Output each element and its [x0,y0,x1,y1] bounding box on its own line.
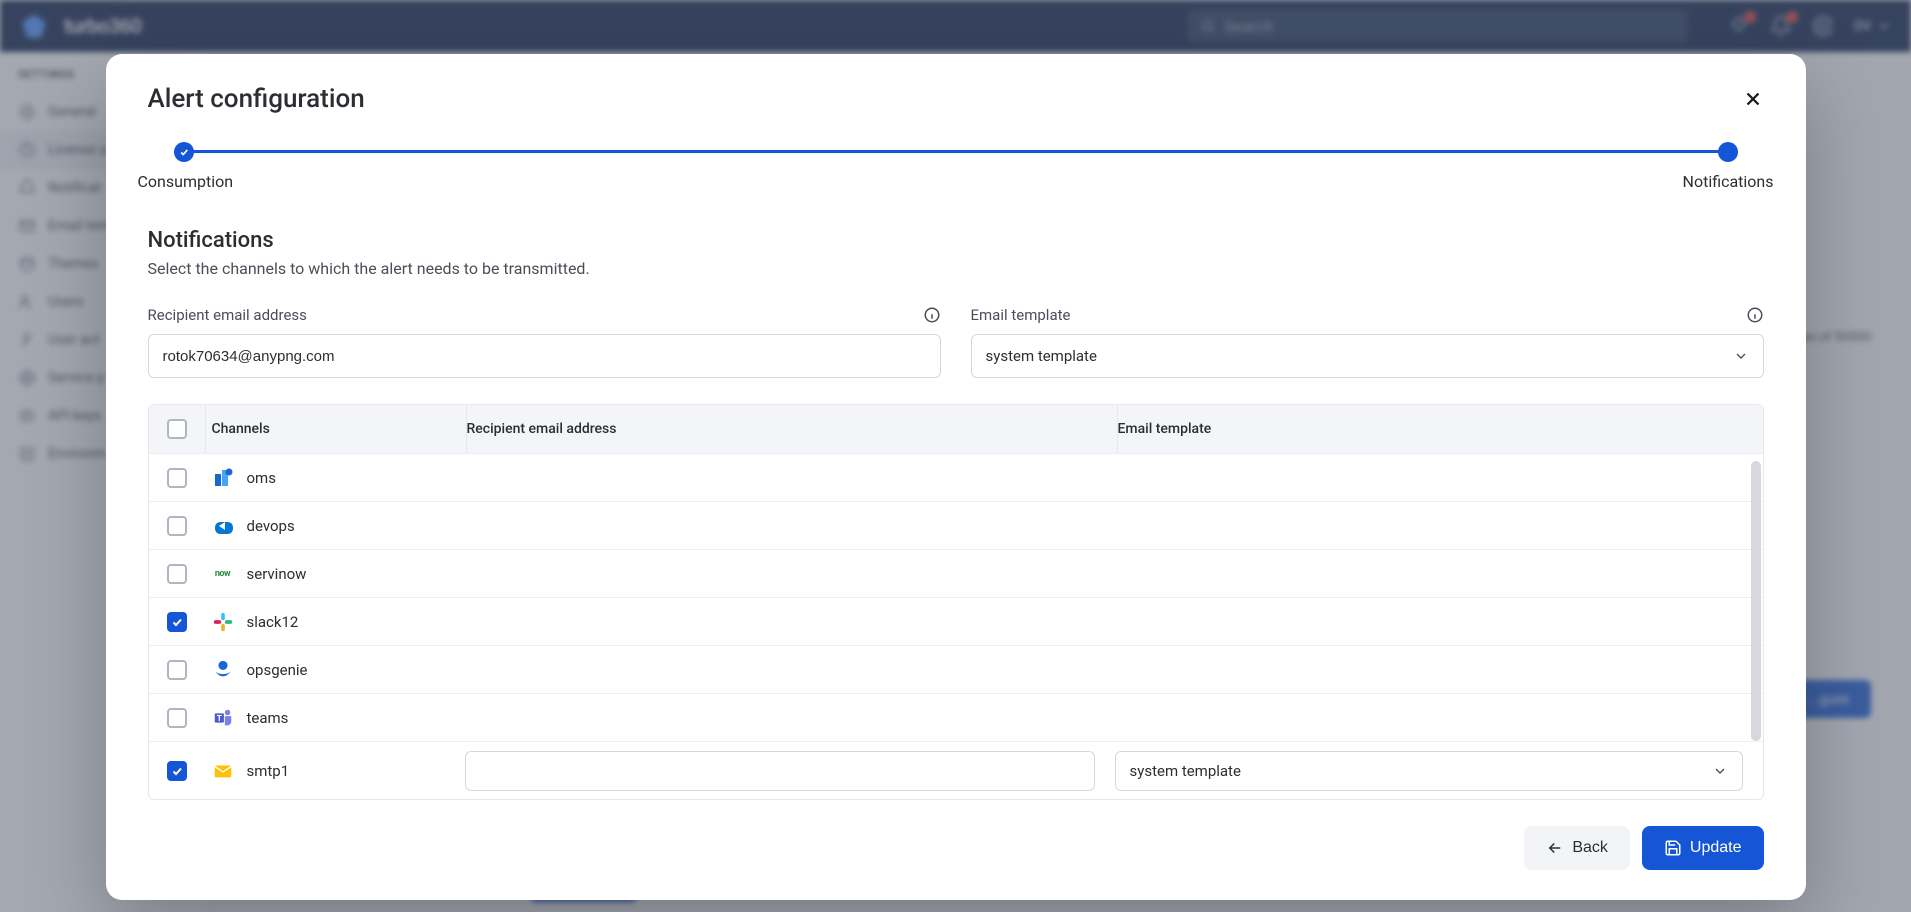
channel-checkbox[interactable] [167,612,187,632]
step-consumption-dot [174,142,194,162]
select-all-checkbox[interactable] [167,419,187,439]
channel-name: teams [247,709,289,727]
channel-checkbox[interactable] [167,761,187,781]
servicenow-icon: now [211,562,235,586]
update-button[interactable]: Update [1642,826,1764,870]
slack-icon [211,610,235,634]
info-icon[interactable] [1746,306,1764,324]
channel-checkbox[interactable] [167,660,187,680]
step-notifications-dot [1718,142,1738,162]
th-channels: Channels [206,421,466,437]
channel-checkbox[interactable] [167,468,187,488]
section-subtitle: Select the channels to which the alert n… [148,259,1764,278]
table-row: Tteams [149,693,1763,741]
th-email: Recipient email address [467,421,1117,437]
smtp-icon [211,759,235,783]
opsgenie-icon [211,658,235,682]
template-label: Email template [971,306,1071,324]
stepper: Consumption Notifications [178,136,1734,206]
table-row: smtp1 system template [149,741,1763,799]
email-template-select[interactable]: system template [971,334,1764,378]
scrollbar[interactable] [1751,461,1761,741]
channel-checkbox[interactable] [167,564,187,584]
step-notifications-label: Notifications [1683,172,1774,191]
row-email-input[interactable] [465,751,1095,791]
table-row: now servinow [149,549,1763,597]
table-row: opsgenie [149,645,1763,693]
svg-text:T: T [216,713,221,723]
row-template-select[interactable]: system template [1115,751,1743,791]
channels-table: Channels Recipient email address Email t… [148,404,1764,800]
info-icon[interactable] [923,306,941,324]
back-button[interactable]: Back [1524,826,1630,870]
recipient-email-input[interactable] [148,334,941,378]
th-template: Email template [1118,421,1763,437]
oms-icon [211,466,235,490]
channel-name: devops [247,517,295,535]
channel-name: smtp1 [247,762,290,780]
channel-name: opsgenie [247,661,308,679]
modal-title: Alert configuration [148,84,365,114]
section-title: Notifications [148,228,1764,253]
chevron-down-icon [1733,348,1749,364]
channel-checkbox[interactable] [167,516,187,536]
arrow-left-icon [1546,839,1564,857]
save-icon [1664,839,1682,857]
channel-checkbox[interactable] [167,708,187,728]
table-row: devops [149,501,1763,549]
alert-config-modal: Alert configuration Consumption Notifica… [106,54,1806,900]
teams-icon: T [211,706,235,730]
channel-name: slack12 [247,613,299,631]
close-icon[interactable] [1742,88,1764,110]
devops-icon [211,514,235,538]
table-row: oms [149,453,1763,501]
channel-name: oms [247,469,276,487]
step-consumption-label: Consumption [138,172,234,191]
recipient-label: Recipient email address [148,306,307,324]
channel-name: servinow [247,565,307,583]
table-row: slack12 [149,597,1763,645]
chevron-down-icon [1712,763,1728,779]
modal-overlay: Alert configuration Consumption Notifica… [0,0,1911,912]
